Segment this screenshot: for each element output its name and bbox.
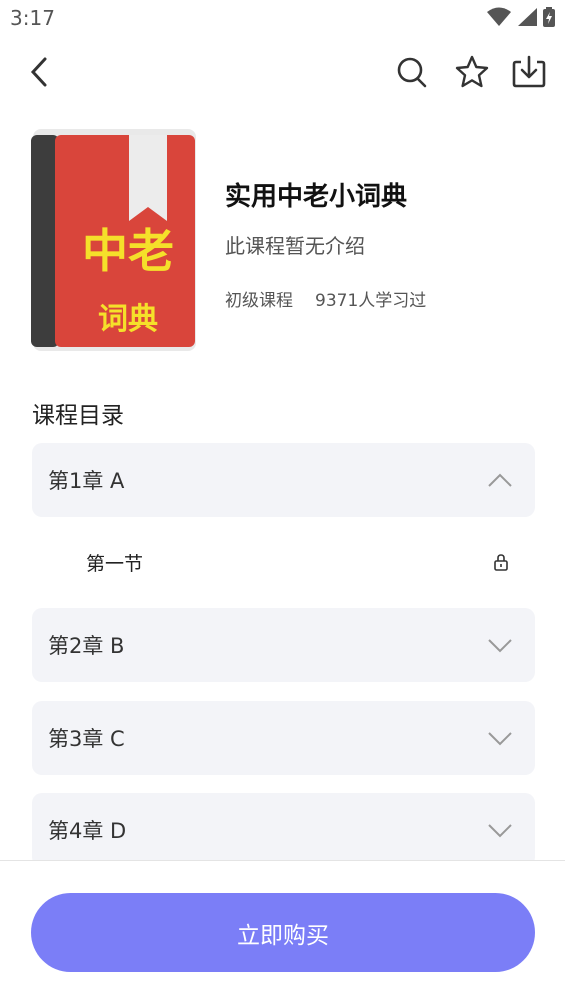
buy-now-button[interactable]: 立即购买 bbox=[31, 893, 535, 972]
course-description: 此课程暂无介绍 bbox=[225, 234, 365, 258]
course-level: 初级课程 bbox=[225, 291, 293, 311]
chevron-left-icon bbox=[30, 57, 47, 87]
chapter-item-4[interactable]: 第4章 D bbox=[32, 793, 535, 867]
star-icon bbox=[455, 55, 489, 88]
chapter-item-2[interactable]: 第2章 B bbox=[32, 608, 535, 682]
lesson-item-1[interactable]: 第一节 bbox=[32, 536, 535, 588]
bottom-divider bbox=[0, 860, 565, 861]
chapter-label: 第4章 D bbox=[48, 819, 127, 843]
cover-text-top: 中老 bbox=[82, 224, 174, 278]
status-icons bbox=[487, 7, 555, 27]
lesson-label: 第一节 bbox=[86, 552, 144, 575]
search-button[interactable] bbox=[394, 54, 430, 90]
download-icon bbox=[512, 55, 546, 88]
chapter-item-3[interactable]: 第3章 C bbox=[32, 701, 535, 775]
chapter-label: 第1章 A bbox=[48, 469, 125, 493]
chevron-up-icon bbox=[488, 473, 512, 487]
catalog-title: 课程目录 bbox=[32, 403, 124, 429]
lock-icon bbox=[494, 554, 508, 571]
course-learners: 9371人学习过 bbox=[315, 291, 427, 311]
chapter-label: 第3章 C bbox=[48, 727, 125, 751]
chevron-down-icon bbox=[488, 824, 512, 838]
chevron-down-icon bbox=[488, 732, 512, 746]
chevron-down-icon bbox=[488, 639, 512, 653]
battery-icon bbox=[543, 7, 555, 27]
cover-text-bottom: 词典 bbox=[98, 302, 158, 337]
course-title: 实用中老小词典 bbox=[225, 182, 408, 212]
wifi-icon bbox=[487, 7, 511, 26]
status-time: 3:17 bbox=[10, 6, 55, 30]
back-button[interactable] bbox=[22, 54, 56, 90]
signal-icon bbox=[518, 8, 537, 26]
download-button[interactable] bbox=[509, 53, 549, 91]
chapter-item-1[interactable]: 第1章 A bbox=[32, 443, 535, 517]
search-icon bbox=[397, 57, 427, 88]
course-meta: 初级课程 9371人学习过 bbox=[225, 286, 426, 311]
favorite-button[interactable] bbox=[453, 53, 491, 91]
chapter-label: 第2章 B bbox=[48, 634, 125, 658]
course-cover-image: 中老 词典 bbox=[31, 129, 196, 351]
